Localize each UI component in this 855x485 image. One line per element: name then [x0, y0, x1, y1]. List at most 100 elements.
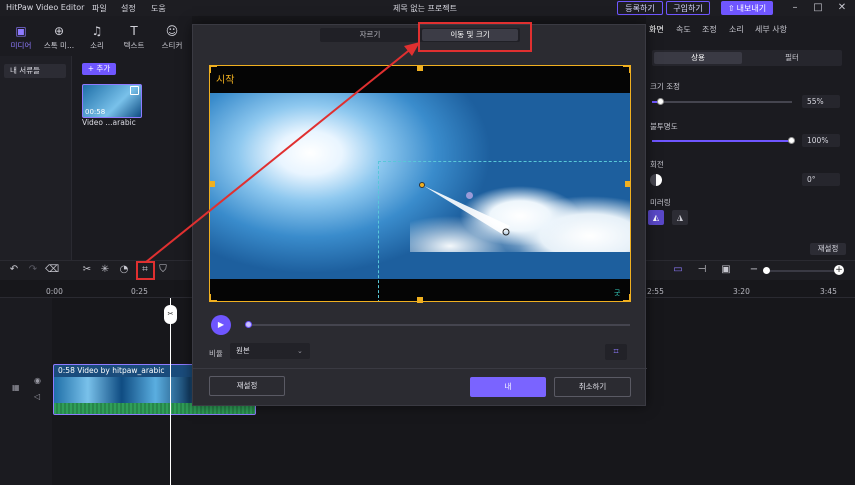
close-icon[interactable]: ✕ — [836, 2, 848, 14]
eye-icon[interactable]: ◉ — [34, 376, 41, 385]
speaker-icon[interactable]: ◁ — [34, 392, 40, 401]
crop-corner-bl[interactable] — [209, 294, 217, 302]
tab-annotation-box — [418, 22, 532, 52]
minimize-icon[interactable]: – — [789, 2, 801, 14]
register-button[interactable]: 등록하기 — [617, 1, 663, 15]
tab-stock[interactable]: ⊕ 스톡 미... — [42, 24, 76, 51]
crop-tool-highlight — [136, 261, 155, 280]
opacity-value-field[interactable]: 100% — [802, 134, 840, 147]
rotate-dial-icon[interactable] — [650, 174, 662, 186]
select-checkbox[interactable] — [130, 86, 139, 95]
scale-track-bg — [652, 101, 792, 103]
globe-icon: ⊕ — [53, 24, 65, 38]
video-preview[interactable]: 시작 굿 — [209, 65, 631, 302]
tab-details[interactable]: 세부 사항 — [755, 24, 787, 35]
mirror-vertical-icon[interactable]: ◮ — [672, 210, 688, 225]
clip-label: 0:58 Video by hitpaw_arabic — [58, 366, 165, 375]
media-icon: ▣ — [15, 24, 27, 38]
buy-button[interactable]: 구입하기 — [666, 1, 710, 15]
scale-value-field[interactable]: 55% — [802, 95, 840, 108]
tab-media[interactable]: ▣ 미디어 — [4, 24, 38, 51]
scale-label: 크기 조정 — [650, 82, 680, 91]
rotate-value-field[interactable]: 0° — [802, 173, 840, 186]
ratio-label: 비율 — [209, 349, 223, 358]
fit-frame-icon[interactable]: ⌗ — [605, 344, 627, 360]
segment-common[interactable]: 상용 — [654, 52, 742, 64]
zoom-slider-knob[interactable] — [763, 267, 770, 274]
music-icon: ♫ — [91, 24, 103, 38]
split-icon[interactable]: ✂ — [81, 264, 93, 276]
export-label: 내보내기 — [736, 3, 767, 13]
zoom-out-icon[interactable]: − — [748, 264, 760, 276]
crop-handle-right[interactable] — [625, 181, 631, 187]
menu-file[interactable]: 파일 — [92, 3, 107, 14]
media-thumbnail[interactable]: 00:58 — [82, 84, 142, 118]
tick-label: 3:20 — [733, 287, 750, 296]
tick-label: 3:45 — [820, 287, 837, 296]
menu-settings[interactable]: 설정 — [121, 3, 136, 14]
title-bar: HitPaw Video Editor 파일 설정 도움 제목 없는 프로젝트 … — [0, 0, 855, 16]
tab-sound[interactable]: 소리 — [729, 24, 744, 35]
track-header — [0, 298, 52, 485]
app-name: HitPaw Video Editor — [6, 3, 85, 12]
tab-speed[interactable]: 속도 — [676, 24, 691, 35]
folder-my-files[interactable]: 내 서류들 — [4, 64, 66, 78]
playhead-handle[interactable]: ✂ — [164, 305, 177, 324]
ok-button[interactable]: 내 — [470, 377, 546, 397]
properties-reset-button[interactable]: 재설정 — [810, 243, 846, 255]
crop-dialog: 자르기 이동 및 크기 시작 굿 ▶ 비율 원본 ⌄ ⌗ 재설정 내 취소하기 — [192, 24, 647, 406]
tab-stock-label: 스톡 미... — [43, 41, 75, 50]
folder-sidebar — [0, 56, 72, 260]
tab-text[interactable]: T 텍스트 — [117, 24, 151, 51]
delete-icon[interactable]: ⌫ — [45, 264, 59, 276]
rotate-label: 회전 — [650, 160, 664, 169]
thumbnail-name: Video ...arabic — [82, 118, 136, 127]
opacity-label: 불투명도 — [650, 122, 678, 131]
mirror-horizontal-icon[interactable]: ◭ — [648, 210, 664, 225]
project-title: 제목 없는 프로젝트 — [393, 4, 457, 13]
speed-icon[interactable]: ◔ — [118, 264, 130, 276]
tick-label: 0:25 — [131, 287, 148, 296]
undo-icon[interactable]: ↶ — [8, 264, 20, 276]
cancel-button[interactable]: 취소하기 — [554, 377, 631, 397]
tab-stickers-label: 스티커 — [161, 41, 183, 50]
tab-audio[interactable]: ♫ 소리 — [80, 24, 114, 51]
export-button[interactable]: ⇧ 내보내기 — [721, 1, 773, 15]
scale-slider-knob[interactable] — [657, 98, 664, 105]
fit-timeline-icon[interactable]: ▣ — [720, 264, 732, 276]
chevron-down-icon: ⌄ — [297, 347, 303, 355]
tab-adjust[interactable]: 조정 — [702, 24, 717, 35]
snap-icon[interactable]: ▭ — [670, 264, 686, 276]
zoom-in-icon[interactable]: + — [834, 265, 844, 275]
text-icon: T — [130, 24, 138, 38]
crop-handle-bottom[interactable] — [417, 297, 423, 303]
redo-icon[interactable]: ↷ — [27, 264, 39, 276]
move-arrow — [424, 186, 510, 236]
zoom-track — [766, 270, 836, 272]
play-icon[interactable]: ▶ — [211, 315, 231, 335]
tab-screen[interactable]: 화면 — [649, 24, 664, 35]
crop-corner-tr[interactable] — [623, 65, 631, 73]
crop-corner-br[interactable] — [623, 294, 631, 302]
add-media-button[interactable]: + 추가 — [82, 63, 116, 75]
crop-handle-top[interactable] — [417, 65, 423, 71]
opacity-slider-knob[interactable] — [788, 137, 795, 144]
smiley-icon: ☺ — [165, 24, 179, 38]
shield-icon[interactable]: ⛉ — [157, 264, 169, 276]
tab-crop[interactable]: 자르기 — [322, 29, 418, 41]
crop-corner-tl[interactable] — [209, 65, 217, 73]
track-icon: ▦ — [12, 383, 20, 392]
export-icon: ⇧ — [727, 3, 735, 13]
thumbnail-duration: 00:58 — [85, 108, 106, 116]
tab-stickers[interactable]: ☺ 스티커 — [155, 24, 189, 51]
maximize-icon[interactable]: □ — [812, 2, 824, 14]
reset-button[interactable]: 재설정 — [209, 376, 285, 396]
seek-bar[interactable] — [246, 324, 630, 326]
crop-handle-left[interactable] — [209, 181, 215, 187]
freeze-icon[interactable]: ✳ — [99, 264, 111, 276]
tab-media-label: 미디어 — [10, 41, 32, 50]
seek-knob[interactable] — [245, 321, 252, 328]
segment-filter[interactable]: 필터 — [744, 52, 840, 64]
menu-help[interactable]: 도움 — [151, 3, 166, 14]
split-marker-icon[interactable]: ⊣ — [696, 264, 708, 276]
